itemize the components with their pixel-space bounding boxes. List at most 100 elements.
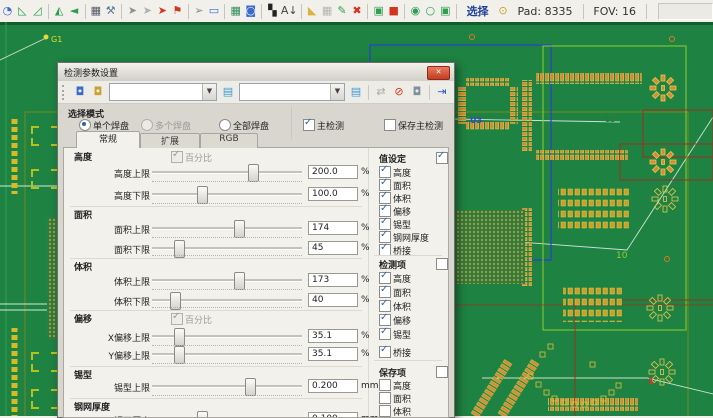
height-lower-row: 高度下限 % [64, 186, 366, 204]
save-settings-icon[interactable]: ◘ [408, 83, 426, 101]
main-detect-checkbox[interactable] [303, 119, 315, 131]
apply-template2-icon[interactable]: ▤ [347, 83, 365, 101]
detect-check-solder-shape[interactable] [379, 328, 391, 340]
slider-thumb[interactable] [234, 272, 245, 290]
dart-gray-icon[interactable]: ➤ [126, 2, 139, 20]
area-lower-slider[interactable] [152, 240, 302, 256]
measure-right-icon[interactable]: ◿ [31, 2, 44, 20]
detect-check-volume[interactable] [379, 300, 391, 312]
area-lower-input[interactable] [308, 241, 358, 255]
tiles-icon[interactable]: ▚ [266, 2, 279, 20]
disable-icon[interactable]: ⊘ [390, 83, 408, 101]
chevron-down-icon[interactable]: ▼ [202, 84, 216, 100]
area-upper-slider[interactable] [152, 220, 302, 236]
row-label: Y偏移上限 [70, 349, 150, 362]
dialog-titlebar[interactable]: 检测参数设置 ✕ [58, 63, 454, 82]
divider [70, 310, 362, 311]
chevron-down-icon[interactable]: ▼ [330, 84, 344, 100]
offset-x-slider[interactable] [152, 328, 302, 344]
height-upper-input[interactable] [308, 165, 358, 179]
offset-y-input[interactable] [308, 347, 358, 361]
toolbar-separator [121, 4, 122, 19]
measure-left-icon[interactable]: ◺ [16, 2, 29, 20]
save-template-icon[interactable]: ◘ [71, 83, 89, 101]
save-items-master-checkbox[interactable] [436, 366, 448, 378]
value-set-master-checkbox[interactable] [436, 152, 448, 164]
volume-lower-input[interactable] [308, 293, 358, 307]
stop-icon[interactable]: ■ [387, 2, 400, 20]
delete-icon[interactable]: ✖ [351, 2, 364, 20]
circle-icon[interactable]: ○ [424, 2, 437, 20]
table-icon[interactable]: ▦ [229, 2, 242, 20]
offset-y-slider[interactable] [152, 346, 302, 362]
select-area-icon[interactable]: ▭ [208, 2, 221, 20]
slider-thumb[interactable] [197, 186, 208, 204]
height-lower-slider[interactable] [152, 186, 302, 202]
ruler-icon[interactable]: ◣ [306, 2, 319, 20]
template-combo-1[interactable]: ▼ [109, 83, 217, 101]
camera-icon[interactable]: ◙ [244, 2, 257, 20]
height-lower-input[interactable] [308, 187, 358, 201]
dart-light-icon[interactable]: ➤ [141, 2, 154, 20]
template-combo-2[interactable]: ▼ [239, 83, 345, 101]
solder-shape-input[interactable] [308, 379, 358, 393]
select-mode-label[interactable]: 选择 [467, 3, 489, 19]
confirm-icon[interactable]: ▣ [372, 2, 385, 20]
history-icon[interactable]: ◔ [1, 2, 14, 20]
prism-icon[interactable]: ◭ [53, 2, 66, 20]
apply-template-icon[interactable]: ▤ [219, 83, 237, 101]
save-check-area[interactable] [379, 392, 391, 404]
exit-icon[interactable]: ⇥ [433, 83, 451, 101]
radio-all-pads[interactable] [219, 119, 231, 131]
detect-items-master-checkbox[interactable] [436, 258, 448, 270]
compare-icon[interactable]: ⇄ [372, 83, 390, 101]
load-template-icon[interactable]: ◘ [89, 83, 107, 101]
detect-check-offset[interactable] [379, 314, 391, 326]
cone-icon[interactable]: ◄ [68, 2, 81, 20]
save-check-height[interactable] [379, 379, 391, 391]
toolbar-separator [456, 4, 457, 19]
height-upper-slider[interactable] [152, 164, 302, 180]
toolbar-status-box [658, 3, 713, 20]
circle-dot-icon[interactable]: ◉ [409, 2, 422, 20]
sort-az-icon[interactable]: A↓ [281, 2, 297, 20]
slider-thumb[interactable] [174, 328, 185, 346]
grid-icon[interactable]: ▦ [321, 2, 334, 20]
detect-check-bridge[interactable] [379, 346, 391, 358]
fiducial-mark [44, 35, 49, 40]
area-upper-input[interactable] [308, 221, 358, 235]
square-dot-icon[interactable]: ▣ [439, 2, 452, 20]
stencil-input[interactable] [308, 412, 358, 418]
tab-rgb[interactable]: RGB [200, 133, 258, 148]
slider-thumb[interactable] [245, 378, 256, 396]
slider-thumb[interactable] [197, 411, 208, 418]
tools-icon[interactable]: ⚒ [104, 2, 117, 20]
detect-check-area[interactable] [379, 286, 391, 298]
check-label: 锡型 [393, 218, 411, 231]
volume-lower-slider[interactable] [152, 292, 302, 308]
slider-thumb[interactable] [234, 220, 245, 238]
solder-shape-slider[interactable] [152, 378, 302, 394]
pushpin-icon[interactable]: ➢ [193, 2, 206, 20]
zoom-icon[interactable]: ⊙ [497, 2, 510, 20]
edit-chart-icon[interactable]: ✎ [336, 2, 349, 20]
section-title-offset: 偏移 [74, 312, 92, 325]
dart-red-icon[interactable]: ➤ [156, 2, 169, 20]
tab-extended[interactable]: 扩展 [140, 133, 200, 148]
offset-x-input[interactable] [308, 329, 358, 343]
tab-general[interactable]: 常规 [76, 131, 140, 148]
image-icon[interactable]: ▦ [89, 2, 102, 20]
stencil-slider[interactable] [152, 411, 302, 418]
radio-single-pad[interactable] [79, 119, 91, 131]
slider-thumb[interactable] [248, 164, 259, 182]
toolbar-grip [62, 85, 68, 100]
detect-check-height[interactable] [379, 272, 391, 284]
check-label: 面积 [393, 392, 411, 405]
volume-upper-input[interactable] [308, 273, 358, 287]
slider-thumb[interactable] [174, 346, 185, 364]
volume-upper-slider[interactable] [152, 272, 302, 288]
close-button[interactable]: ✕ [427, 66, 450, 80]
row-label: 面积上限 [70, 223, 150, 236]
save-main-detect-checkbox[interactable] [384, 119, 396, 131]
map-pin-icon[interactable]: ⚑ [171, 2, 184, 20]
